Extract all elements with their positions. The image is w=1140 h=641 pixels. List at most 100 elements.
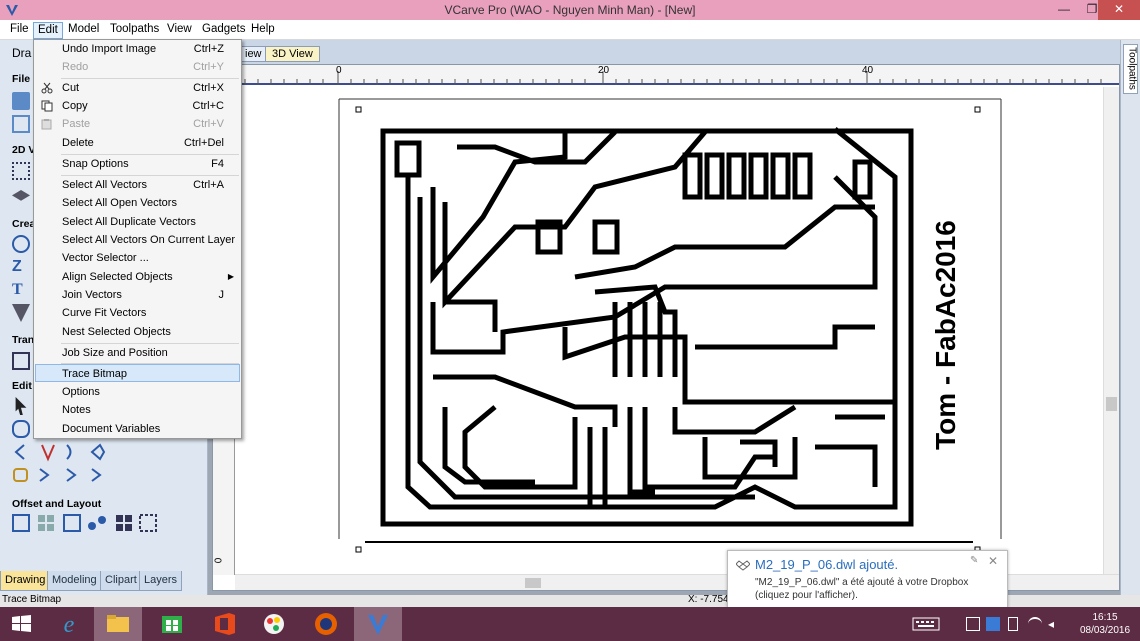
- section-edit: Edit: [12, 380, 32, 392]
- menuitem-notes[interactable]: Notes: [35, 401, 240, 419]
- taskbar-clock[interactable]: 16:15 08/03/2016: [1074, 611, 1136, 637]
- taskbar-internet-explorer[interactable]: e: [42, 607, 96, 641]
- menuitem-label: Select All Vectors On Current Layer: [62, 234, 236, 246]
- edit-tools-icons[interactable]: [12, 443, 112, 485]
- windows-taskbar: e ◂ 16:15 08/03/2016: [0, 607, 1140, 641]
- dropbox-tray-icon[interactable]: [986, 617, 1000, 631]
- menuitem-redo[interactable]: Redo Ctrl+Y: [35, 58, 240, 76]
- menuitem-select-all-vectors[interactable]: Select All Vectors Ctrl+A: [35, 176, 240, 194]
- title-bar: VCarve Pro (WAO - Nguyen Minh Man) - [Ne…: [0, 0, 1140, 20]
- menu-edit[interactable]: Edit: [33, 22, 63, 39]
- paint-icon: [264, 614, 284, 634]
- menu-gadgets[interactable]: Gadgets: [198, 22, 249, 39]
- ruler-ticks: [244, 71, 1102, 85]
- offset-tools-icons[interactable]: [12, 514, 162, 534]
- menuitem-label: Undo Import Image: [62, 43, 157, 55]
- menuitem-select-all-duplicate-vectors[interactable]: Select All Duplicate Vectors: [35, 213, 240, 231]
- menuitem-label: Select All Open Vectors: [62, 197, 177, 209]
- copy-icon: [41, 100, 53, 112]
- action-center-icon[interactable]: [966, 617, 980, 631]
- tab-3d-view[interactable]: 3D View: [265, 46, 320, 62]
- circle-icon[interactable]: [12, 235, 30, 253]
- fill-icon[interactable]: [12, 304, 30, 322]
- menuitem-undo[interactable]: Undo Import Image Ctrl+Z: [35, 40, 240, 58]
- move-icon[interactable]: [12, 162, 30, 180]
- text-icon[interactable]: T: [12, 281, 30, 299]
- menuitem-label: Cut: [62, 82, 80, 94]
- minimize-button[interactable]: —: [1050, 0, 1078, 20]
- select-arrow-icon[interactable]: [15, 397, 27, 415]
- menuitem-shortcut: Ctrl+Z: [193, 43, 224, 55]
- menuitem-align-selected-objects[interactable]: Align Selected Objects ▶: [35, 268, 240, 286]
- dropbox-notification[interactable]: M2_19_P_06.dwl ajouté. "M2_19_P_06.dwl" …: [727, 550, 1008, 608]
- vcarve-icon: [368, 615, 388, 635]
- menuitem-label: Copy: [62, 100, 88, 112]
- tab-clipart[interactable]: Clipart: [100, 571, 142, 591]
- start-button[interactable]: [0, 607, 44, 641]
- menuitem-document-variables[interactable]: Document Variables: [35, 420, 240, 438]
- file-explorer-icon: [107, 615, 129, 632]
- volume-icon[interactable]: ◂: [1048, 617, 1062, 631]
- vertical-scrollbar[interactable]: [1103, 87, 1119, 574]
- menuitem-paste[interactable]: Paste Ctrl+V: [35, 115, 240, 133]
- taskbar-file-explorer[interactable]: [94, 607, 142, 641]
- menuitem-nest-selected-objects[interactable]: Nest Selected Objects: [35, 323, 240, 341]
- battery-icon[interactable]: [1008, 617, 1018, 631]
- menu-file[interactable]: File: [6, 22, 33, 39]
- menuitem-label: Delete: [62, 137, 94, 149]
- new-file-icon[interactable]: [12, 92, 30, 110]
- transform-icon[interactable]: [12, 352, 30, 370]
- menuitem-trace-bitmap[interactable]: Trace Bitmap: [35, 364, 240, 382]
- menuitem-vector-selector[interactable]: Vector Selector ...: [35, 249, 240, 267]
- menuitem-join-vectors[interactable]: Join Vectors J: [35, 286, 240, 304]
- section-file: File: [12, 73, 31, 85]
- cursor-coords: X: -7.754: [688, 594, 729, 605]
- tab-layers[interactable]: Layers: [139, 571, 183, 591]
- menuitem-label: Nest Selected Objects: [62, 326, 171, 338]
- layers-icon[interactable]: [12, 190, 30, 201]
- import-icon[interactable]: [12, 115, 30, 133]
- menu-toolpaths[interactable]: Toolpaths: [106, 22, 163, 39]
- menuitem-label: Redo: [62, 61, 89, 73]
- taskbar-firefox[interactable]: [299, 607, 353, 641]
- minimize-icon: —: [1058, 2, 1070, 16]
- toolpaths-panel-tab[interactable]: Toolpaths: [1123, 44, 1138, 94]
- menuitem-select-vectors-current-layer[interactable]: Select All Vectors On Current Layer: [35, 231, 240, 249]
- drawing-canvas[interactable]: Tom - FabAc2016: [235, 87, 1097, 574]
- windows-start-icon: [12, 615, 31, 632]
- close-icon[interactable]: ✕: [988, 554, 998, 568]
- menuitem-cut[interactable]: Cut Ctrl+X: [35, 79, 240, 97]
- menuitem-curve-fit-vectors[interactable]: Curve Fit Vectors: [35, 304, 240, 322]
- menuitem-job-size-position[interactable]: Job Size and Position: [35, 344, 240, 362]
- menu-help[interactable]: Help: [247, 22, 279, 39]
- zigzag-icon[interactable]: Z: [12, 258, 30, 276]
- vruler-label-0: 0: [213, 557, 225, 564]
- notification-body[interactable]: "M2_19_P_06.dwl" a été ajouté à votre Dr…: [755, 576, 1005, 602]
- menu-view[interactable]: View: [163, 22, 196, 39]
- menuitem-options[interactable]: Options: [35, 383, 240, 401]
- node-edit-icon[interactable]: [12, 420, 30, 438]
- pin-icon[interactable]: ✎: [970, 555, 978, 566]
- close-button[interactable]: ✕: [1098, 0, 1140, 20]
- menuitem-copy[interactable]: Copy Ctrl+C: [35, 97, 240, 115]
- menuitem-snap-options[interactable]: Snap Options F4: [35, 155, 240, 173]
- menuitem-select-all-open-vectors[interactable]: Select All Open Vectors: [35, 194, 240, 212]
- keyboard-icon[interactable]: [912, 616, 942, 632]
- menuitem-label: Align Selected Objects: [62, 271, 173, 283]
- taskbar-vcarve[interactable]: [354, 607, 402, 641]
- vertical-scroll-thumb[interactable]: [1106, 397, 1117, 411]
- tab-modeling[interactable]: Modeling: [47, 571, 102, 591]
- taskbar-office[interactable]: [198, 607, 252, 641]
- menu-bar: File Edit Model Toolpaths View Gadgets H…: [0, 20, 1140, 40]
- menuitem-delete[interactable]: Delete Ctrl+Del: [35, 134, 240, 152]
- horizontal-scroll-thumb[interactable]: [525, 578, 541, 588]
- wifi-icon[interactable]: [1028, 617, 1042, 631]
- taskbar-paint[interactable]: [248, 607, 302, 641]
- notification-title[interactable]: M2_19_P_06.dwl ajouté.: [755, 557, 898, 572]
- ruler-label-20: 20: [598, 65, 610, 76]
- tab-2d-view[interactable]: iew: [238, 46, 269, 62]
- taskbar-store[interactable]: [145, 607, 199, 641]
- menuitem-label: Document Variables: [62, 423, 161, 435]
- menu-model[interactable]: Model: [64, 22, 103, 39]
- tab-drawing[interactable]: Drawing: [0, 571, 51, 591]
